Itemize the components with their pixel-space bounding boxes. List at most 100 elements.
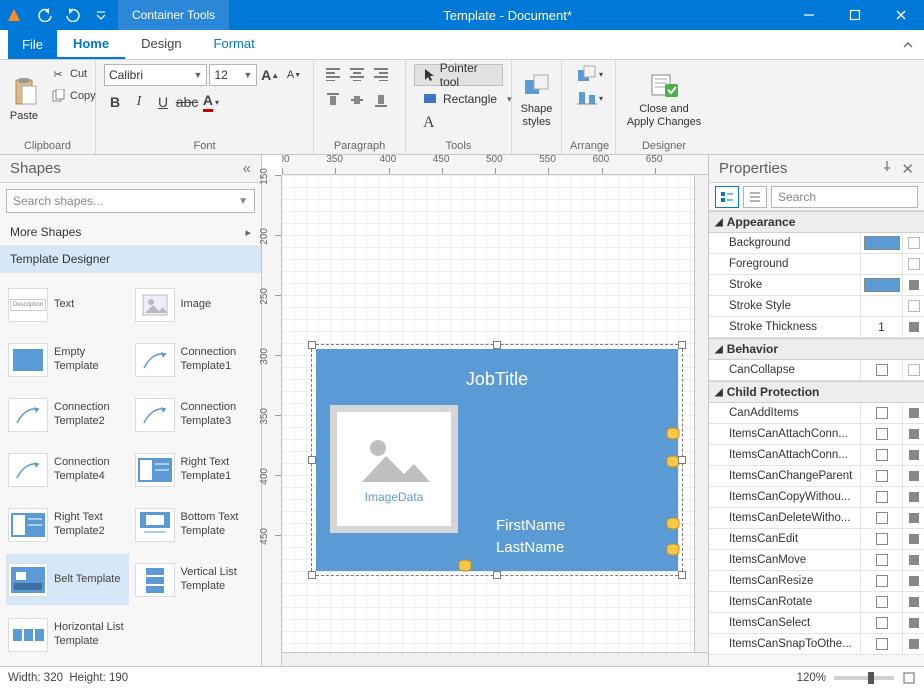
resize-handle[interactable]: [308, 571, 316, 579]
property-row[interactable]: ItemsCanSelect: [709, 613, 924, 634]
resize-handle[interactable]: [678, 571, 686, 579]
property-section[interactable]: ◢ Appearance: [709, 211, 924, 233]
shrink-font-icon[interactable]: A▼: [283, 65, 305, 85]
minimize-button[interactable]: [786, 0, 832, 30]
close-button[interactable]: [878, 0, 924, 30]
checkbox[interactable]: [876, 533, 888, 545]
advanced-marker-icon[interactable]: [909, 322, 919, 332]
shape-stencil-item[interactable]: Horizontal List Template: [6, 609, 129, 660]
checkbox[interactable]: [876, 428, 888, 440]
shape-stencil-item[interactable]: Bottom Text Template: [133, 499, 256, 550]
collapse-ribbon-icon[interactable]: [892, 30, 924, 59]
advanced-marker-icon[interactable]: [909, 450, 919, 460]
tab-home[interactable]: Home: [57, 30, 125, 59]
advanced-marker-icon[interactable]: [909, 408, 919, 418]
shape-stencil-item[interactable]: DescriptionText: [6, 279, 129, 330]
close-apply-button[interactable]: Close and Apply Changes: [624, 64, 704, 134]
checkbox[interactable]: [876, 596, 888, 608]
advanced-marker-icon[interactable]: [909, 534, 919, 544]
checkbox[interactable]: [876, 617, 888, 629]
paste-button[interactable]: Paste: [8, 64, 40, 134]
advanced-marker-icon[interactable]: [908, 300, 920, 312]
shapes-search[interactable]: Search shapes...▼: [6, 189, 255, 213]
bring-front-button[interactable]: ▾: [570, 64, 610, 84]
resize-handle[interactable]: [493, 341, 501, 349]
zoom-level[interactable]: 120%: [797, 672, 826, 684]
checkbox[interactable]: [876, 449, 888, 461]
color-swatch[interactable]: [864, 236, 900, 250]
copy-button[interactable]: Copy: [46, 86, 100, 106]
zoom-fit-icon[interactable]: [902, 671, 916, 685]
canvas-scrollbar-v[interactable]: [694, 175, 708, 652]
property-row[interactable]: ItemsCanChangeParent: [709, 466, 924, 487]
property-row[interactable]: ItemsCanResize: [709, 571, 924, 592]
color-swatch[interactable]: [864, 278, 900, 292]
advanced-marker-icon[interactable]: [909, 429, 919, 439]
checkbox[interactable]: [876, 364, 888, 376]
property-row[interactable]: ItemsCanMove: [709, 550, 924, 571]
shape-stencil-item[interactable]: Vertical List Template: [133, 554, 256, 605]
shape-styles-button[interactable]: Shape styles: [520, 64, 553, 134]
shape-stencil-item[interactable]: Right Text Template1: [133, 444, 256, 495]
property-row[interactable]: Stroke: [709, 275, 924, 296]
canvas[interactable]: JobTitle ImageData FirstName LastName: [282, 175, 708, 666]
advanced-marker-icon[interactable]: [908, 364, 920, 376]
zoom-slider[interactable]: [834, 676, 894, 680]
more-shapes-row[interactable]: More Shapes▸: [0, 219, 261, 246]
underline-icon[interactable]: U: [152, 92, 174, 112]
checkbox[interactable]: [876, 638, 888, 650]
advanced-marker-icon[interactable]: [909, 513, 919, 523]
checkbox[interactable]: [876, 554, 888, 566]
valign-top-icon[interactable]: [322, 90, 344, 110]
property-section[interactable]: ◢ Child Protection: [709, 381, 924, 403]
property-row[interactable]: ItemsCanCopyWithou...: [709, 487, 924, 508]
advanced-marker-icon[interactable]: [909, 639, 919, 649]
align-center-icon[interactable]: [346, 64, 368, 84]
resize-handle[interactable]: [308, 456, 316, 464]
strike-icon[interactable]: abc: [176, 92, 198, 112]
advanced-marker-icon[interactable]: [909, 597, 919, 607]
selected-shape[interactable]: JobTitle ImageData FirstName LastName: [312, 345, 682, 575]
zoom-thumb[interactable]: [868, 672, 874, 684]
resize-handle[interactable]: [493, 571, 501, 579]
shape-stencil-item[interactable]: Belt Template: [6, 554, 129, 605]
canvas-area[interactable]: 300350400450500550600650 150200250300350…: [262, 155, 708, 666]
property-row[interactable]: ItemsCanDeleteWitho...: [709, 508, 924, 529]
bold-icon[interactable]: B: [104, 92, 126, 112]
checkbox[interactable]: [876, 512, 888, 524]
resize-handle[interactable]: [678, 456, 686, 464]
property-row[interactable]: ItemsCanSnapToOthe...: [709, 634, 924, 655]
italic-icon[interactable]: I: [128, 92, 150, 112]
font-family-select[interactable]: Calibri▼: [104, 64, 207, 86]
shape-stencil-item[interactable]: Image: [133, 279, 256, 330]
advanced-marker-icon[interactable]: [909, 280, 919, 290]
property-row[interactable]: Stroke Thickness1: [709, 317, 924, 338]
alphabetical-view-button[interactable]: [743, 186, 767, 208]
property-row[interactable]: ItemsCanAttachConn...: [709, 424, 924, 445]
tab-format[interactable]: Format: [198, 30, 271, 59]
advanced-marker-icon[interactable]: [909, 471, 919, 481]
advanced-marker-icon[interactable]: [909, 555, 919, 565]
collapse-shapes-icon[interactable]: «: [243, 160, 251, 177]
pin-icon[interactable]: ✕: [881, 160, 914, 178]
align-button[interactable]: ▾: [570, 88, 610, 108]
container-tools-tab[interactable]: Container Tools: [118, 0, 229, 30]
property-row[interactable]: Stroke Style: [709, 296, 924, 317]
property-row[interactable]: ItemsCanEdit: [709, 529, 924, 550]
shape-stencil-item[interactable]: Connection Template2: [6, 389, 129, 440]
tab-design[interactable]: Design: [125, 30, 197, 59]
advanced-marker-icon[interactable]: [908, 258, 920, 270]
canvas-scrollbar-h[interactable]: [282, 652, 708, 666]
template-designer-row[interactable]: Template Designer: [0, 246, 261, 273]
redo-icon[interactable]: [62, 4, 84, 26]
property-section[interactable]: ◢ Behavior: [709, 338, 924, 360]
properties-search[interactable]: Search: [771, 186, 918, 208]
shape-stencil-item[interactable]: Right Text Template2: [6, 499, 129, 550]
grow-font-icon[interactable]: A▲: [259, 65, 281, 85]
advanced-marker-icon[interactable]: [909, 492, 919, 502]
maximize-button[interactable]: [832, 0, 878, 30]
checkbox[interactable]: [876, 407, 888, 419]
resize-handle[interactable]: [678, 341, 686, 349]
advanced-marker-icon[interactable]: [908, 237, 920, 249]
valign-middle-icon[interactable]: [346, 90, 368, 110]
